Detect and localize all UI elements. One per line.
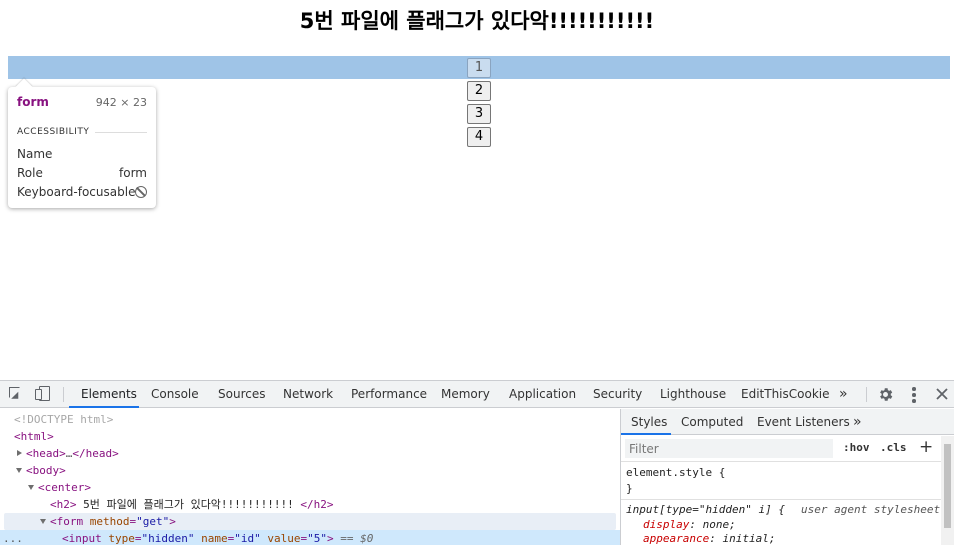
dom-center[interactable]: <center> xyxy=(0,479,620,496)
tab-application[interactable]: Application xyxy=(509,381,576,408)
toolbar-divider xyxy=(866,387,867,402)
expand-arrow-icon[interactable] xyxy=(17,450,22,456)
tooltip-name-label: Name xyxy=(17,147,53,161)
page-viewport: 5번 파일에 플래그가 있다악!!!!!!!!!!! 1 2 3 4 form … xyxy=(0,0,954,380)
ua-prop-display: display: none; xyxy=(643,518,736,531)
tab-styles[interactable]: Styles xyxy=(631,409,667,435)
tooltip-role-label: Role xyxy=(17,166,43,180)
page-button-1[interactable]: 1 xyxy=(467,58,491,78)
collapse-arrow-icon[interactable] xyxy=(28,485,34,490)
rule-divider xyxy=(621,499,941,500)
dom-html[interactable]: <html> xyxy=(0,428,620,445)
tooltip-tag: form xyxy=(17,95,49,109)
collapse-arrow-icon[interactable] xyxy=(16,468,22,473)
tab-console[interactable]: Console xyxy=(151,381,199,408)
page-heading: 5번 파일에 플래그가 있다악!!!!!!!!!!! xyxy=(299,9,655,33)
new-style-rule-button[interactable]: + xyxy=(919,437,933,457)
tab-elements[interactable]: Elements xyxy=(81,381,137,408)
device-toolbar-icon[interactable] xyxy=(35,386,51,402)
devtools-panel: Elements Console Sources Network Perform… xyxy=(0,380,954,545)
tab-performance[interactable]: Performance xyxy=(351,381,427,408)
dom-doctype[interactable]: <!DOCTYPE html> xyxy=(0,411,620,428)
element-style-selector[interactable]: element.style { xyxy=(626,465,725,480)
toolbar-divider xyxy=(63,387,64,402)
tab-event-listeners[interactable]: Event Listeners xyxy=(757,409,850,435)
dom-input-selected[interactable]: ... <input type="hidden" name="id" value… xyxy=(0,530,620,545)
hover-state-toggle[interactable]: :hov xyxy=(843,441,870,454)
styles-more-chevron[interactable]: » xyxy=(853,409,862,435)
inspect-element-icon[interactable] xyxy=(8,386,24,403)
tooltip-section-title: ACCESSIBILITY xyxy=(17,127,90,137)
devtools-toolbar: Elements Console Sources Network Perform… xyxy=(0,381,954,408)
class-toggle[interactable]: .cls xyxy=(880,441,907,454)
tooltip-role-value: form xyxy=(119,166,147,180)
styles-filter-row: :hov .cls + xyxy=(621,436,941,462)
active-tab-indicator xyxy=(69,406,139,408)
more-options-icon[interactable] xyxy=(910,386,918,403)
styles-active-indicator xyxy=(621,433,671,435)
styles-tabbar: Styles Computed Event Listeners » xyxy=(621,409,954,435)
elements-dom-tree: <!DOCTYPE html> <html> <head>…</head> <b… xyxy=(0,409,620,545)
tab-network[interactable]: Network xyxy=(283,381,333,408)
dom-body[interactable]: <body> xyxy=(0,462,620,479)
tab-security[interactable]: Security xyxy=(593,381,642,408)
ua-prop-appearance: appearance: initial; xyxy=(643,532,776,545)
tooltip-focusable-label: Keyboard-focusable xyxy=(17,185,136,199)
styles-scrollbar[interactable] xyxy=(941,436,954,545)
tab-lighthouse[interactable]: Lighthouse xyxy=(660,381,726,408)
tooltip-row-focusable: Keyboard-focusable xyxy=(17,185,147,201)
styles-scrollbar-thumb[interactable] xyxy=(944,444,951,528)
tab-sources[interactable]: Sources xyxy=(218,381,265,408)
tooltip-divider xyxy=(95,132,147,133)
not-focusable-icon xyxy=(135,186,147,198)
tab-memory[interactable]: Memory xyxy=(441,381,490,408)
ua-stylesheet-source: user agent stylesheet xyxy=(801,503,941,516)
ua-rule-selector: input[type="hidden" i] { xyxy=(626,503,785,516)
tooltip-arrow xyxy=(15,78,33,96)
tab-computed[interactable]: Computed xyxy=(681,409,743,435)
element-style-close: } xyxy=(626,482,633,495)
styles-filter-input[interactable] xyxy=(625,439,833,458)
close-devtools-icon[interactable] xyxy=(934,386,950,402)
tooltip-row-name: Name xyxy=(17,147,147,163)
tab-editthiscookie[interactable]: EditThisCookie xyxy=(741,381,830,408)
styles-pane: Styles Computed Event Listeners » :hov .… xyxy=(620,409,954,545)
tooltip-row-role: Role form xyxy=(17,166,147,182)
page-button-3[interactable]: 3 xyxy=(467,104,491,124)
node-actions-dots[interactable]: ... xyxy=(3,530,23,545)
page-button-4[interactable]: 4 xyxy=(467,127,491,147)
dom-h2[interactable]: <h2> 5번 파일에 플래그가 있다악!!!!!!!!!!! </h2> xyxy=(0,496,620,513)
more-tabs-chevron[interactable]: » xyxy=(839,381,848,408)
collapse-arrow-icon[interactable] xyxy=(40,519,46,524)
settings-gear-icon[interactable] xyxy=(877,386,894,403)
dom-form[interactable]: <form method="get"> xyxy=(4,513,616,530)
dom-head[interactable]: <head>…</head> xyxy=(0,445,620,462)
page-button-2[interactable]: 2 xyxy=(467,81,491,101)
tooltip-size: 942 × 23 xyxy=(95,96,147,109)
inspect-tooltip: form 942 × 23 ACCESSIBILITY Name Role fo… xyxy=(8,78,156,208)
